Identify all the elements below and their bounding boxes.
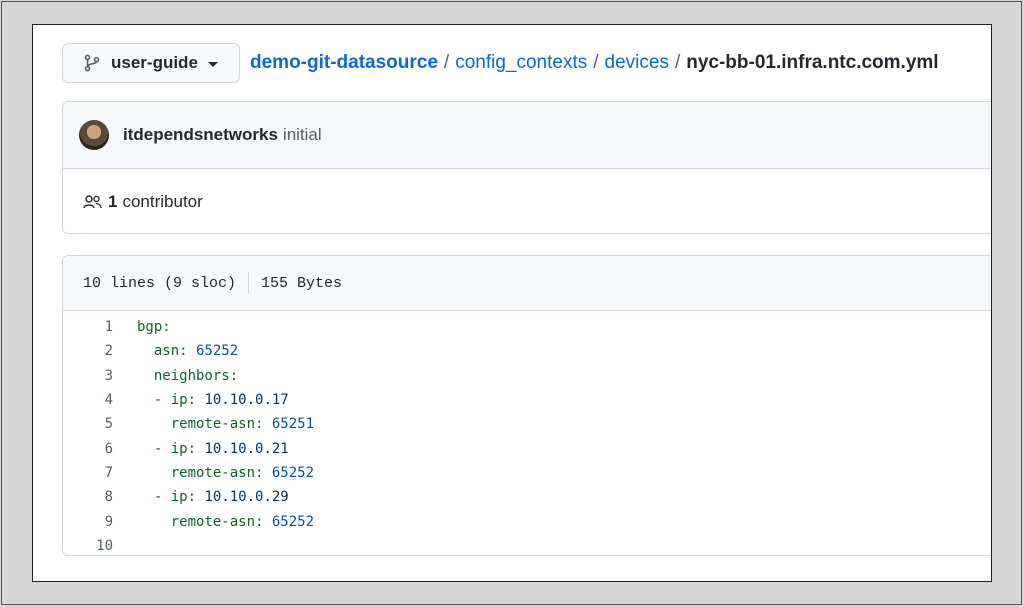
code-text: remote-asn: 65252 [113, 465, 314, 481]
breadcrumb-separator: / [674, 52, 681, 73]
yaml-colon: : [187, 440, 205, 457]
yaml-key: bgp [137, 319, 163, 336]
git-branch-icon [84, 54, 100, 72]
file-size: 155 Bytes [261, 274, 343, 292]
code-line: 8 - ip: 10.10.0.29 [63, 485, 991, 509]
yaml-colon: : [179, 343, 197, 360]
yaml-key: neighbors [153, 367, 230, 384]
breadcrumb-repo-link[interactable]: demo-git-datasource [250, 52, 438, 74]
breadcrumb: demo-git-datasource / config_contexts / … [250, 51, 939, 75]
people-icon [83, 194, 102, 208]
yaml-colon: : [187, 392, 205, 409]
yaml-key: asn [153, 343, 180, 360]
yaml-value: 65252 [271, 464, 315, 481]
code-line: 4 - ip: 10.10.0.17 [63, 388, 991, 412]
code-line: 7 remote-asn: 65252 [63, 461, 991, 485]
line-number[interactable]: 2 [63, 343, 113, 359]
yaml-value: 10.10.0.29 [204, 489, 289, 506]
code-indent: - [137, 489, 171, 506]
code-line: 6 - ip: 10.10.0.21 [63, 436, 991, 460]
code-line: 10 [63, 534, 991, 558]
yaml-value: 65252 [196, 343, 239, 360]
yaml-colon: : [255, 513, 272, 530]
avatar[interactable] [79, 120, 109, 150]
chevron-down-icon [207, 61, 218, 67]
line-number[interactable]: 3 [63, 368, 113, 384]
yaml-key: remote-asn [170, 464, 256, 481]
commit-message[interactable]: initial [283, 125, 322, 145]
file-info-header: 10 lines (9 sloc) 155 Bytes [63, 256, 991, 311]
code-text: neighbors: [113, 368, 238, 384]
line-number[interactable]: 1 [63, 319, 113, 335]
yaml-colon: : [255, 464, 272, 481]
breadcrumb-separator: / [593, 52, 599, 73]
yaml-value: 65252 [271, 513, 315, 530]
branch-select-button[interactable]: user-guide [62, 43, 240, 83]
file-view-screen: user-guide demo-git-datasource / config_… [32, 24, 992, 582]
code-line: 5 remote-asn: 65251 [63, 412, 991, 436]
yaml-value: 10.10.0.21 [204, 440, 289, 457]
code-text: asn: 65252 [113, 343, 238, 359]
code-line: 2 asn: 65252 [63, 339, 991, 363]
contributors-label: contributor [122, 191, 203, 211]
latest-commit-box: itdependsnetworks initial 1 contributor [62, 101, 991, 234]
file-lines-count: 10 lines (9 sloc) [83, 274, 237, 292]
branch-name: user-guide [111, 53, 198, 72]
yaml-colon: : [162, 319, 171, 336]
divider [248, 272, 250, 294]
breadcrumb-dir-config-contexts[interactable]: config_contexts [455, 52, 587, 74]
code-text: - ip: 10.10.0.21 [113, 441, 289, 457]
code-text: remote-asn: 65252 [113, 514, 314, 530]
code-text: - ip: 10.10.0.17 [113, 392, 289, 408]
yaml-key: remote-asn [170, 416, 256, 433]
code-line: 9 remote-asn: 65252 [63, 509, 991, 533]
line-number[interactable]: 9 [63, 514, 113, 530]
yaml-key: ip [170, 489, 188, 506]
code-line: 3 neighbors: [63, 364, 991, 388]
line-number[interactable]: 10 [63, 538, 113, 554]
yaml-colon: : [229, 367, 239, 384]
contributors-count: 1 [108, 191, 118, 211]
line-number[interactable]: 6 [63, 441, 113, 457]
code-text: bgp: [113, 319, 171, 335]
breadcrumb-file-name: nyc-bb-01.infra.ntc.com.yml [686, 52, 939, 73]
code-block[interactable]: 1 bgp: 2 asn: 65252 3 neighbors: 4 - ip: 10.… [63, 311, 991, 558]
file-content-box: 10 lines (9 sloc) 155 Bytes 1 bgp: 2 asn: … [62, 255, 991, 558]
commit-author-link[interactable]: itdependsnetworks [123, 125, 278, 145]
line-number[interactable]: 5 [63, 416, 113, 432]
yaml-value: 10.10.0.17 [204, 392, 289, 409]
yaml-value: 65251 [271, 416, 315, 433]
yaml-key: ip [170, 440, 188, 457]
code-indent: - [137, 440, 171, 457]
commit-header: itdependsnetworks initial [63, 102, 991, 169]
line-number[interactable]: 8 [63, 489, 113, 505]
breadcrumb-separator: / [443, 52, 450, 73]
line-number[interactable]: 7 [63, 465, 113, 481]
code-text: remote-asn: 65251 [113, 416, 314, 432]
yaml-colon: : [187, 489, 205, 506]
contributors-row[interactable]: 1 contributor [63, 169, 991, 234]
yaml-key: ip [170, 392, 188, 409]
yaml-colon: : [255, 416, 272, 433]
breadcrumb-dir-devices[interactable]: devices [605, 52, 669, 74]
code-indent: - [137, 392, 171, 409]
yaml-key: remote-asn [170, 513, 256, 530]
code-line: 1 bgp: [63, 315, 991, 339]
line-number[interactable]: 4 [63, 392, 113, 408]
code-text: - ip: 10.10.0.29 [113, 489, 289, 505]
